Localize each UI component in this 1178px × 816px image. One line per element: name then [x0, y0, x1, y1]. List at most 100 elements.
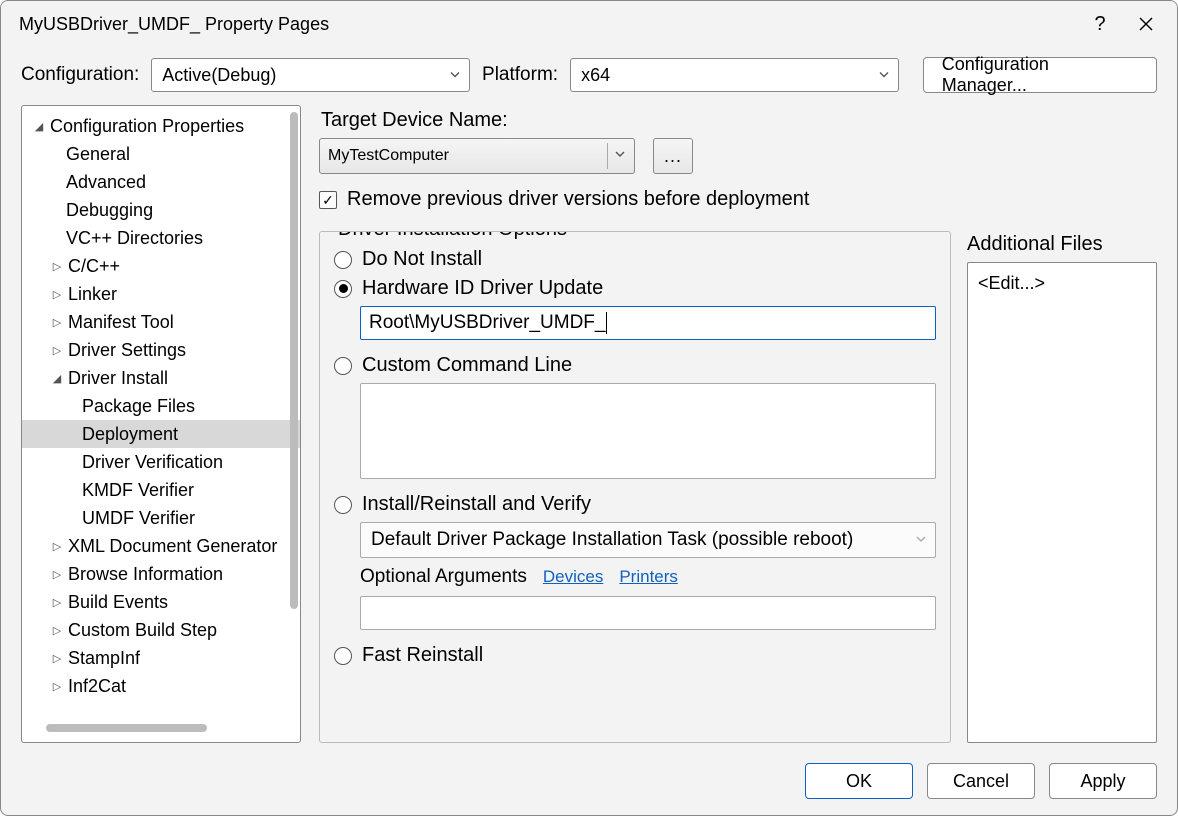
tree-item[interactable]: ▷Linker: [22, 280, 300, 308]
tree-item-label: Driver Verification: [82, 452, 223, 473]
radio-icon: [334, 357, 352, 375]
configuration-dropdown[interactable]: Active(Debug): [151, 58, 470, 92]
tree-item[interactable]: Deployment: [22, 420, 300, 448]
dialog-body: ◢Configuration Properties General Advanced…: [1, 105, 1177, 753]
platform-value: x64: [581, 65, 610, 86]
main-column: Target Device Name: MyTestComputer ... R…: [319, 105, 951, 743]
tree-item-label: UMDF Verifier: [82, 508, 195, 529]
expander-icon: ▷: [50, 288, 64, 301]
chevron-down-icon: [878, 65, 890, 86]
apply-button[interactable]: Apply: [1049, 763, 1157, 799]
browse-device-button[interactable]: ...: [653, 138, 693, 174]
tree-item[interactable]: ▷StampInf: [22, 644, 300, 672]
install-task-combo[interactable]: Default Driver Package Installation Task…: [360, 522, 936, 558]
tree-panel: ◢Configuration Properties General Advanced…: [21, 105, 301, 743]
radio-icon: [334, 251, 352, 269]
expander-icon: ▷: [50, 652, 64, 665]
radio-fast-reinstall[interactable]: Fast Reinstall: [334, 644, 936, 667]
additional-files-edit: <Edit...>: [978, 273, 1045, 293]
titlebar: MyUSBDriver_UMDF_ Property Pages ?: [1, 1, 1177, 47]
optional-args-input[interactable]: [360, 596, 936, 630]
printers-link[interactable]: Printers: [619, 567, 678, 587]
tree-item-label: Debugging: [66, 200, 153, 221]
custom-command-textarea[interactable]: [360, 383, 936, 479]
radio-do-not-install[interactable]: Do Not Install: [334, 248, 936, 271]
remove-previous-checkbox[interactable]: [319, 191, 337, 209]
tree-item[interactable]: ▷ Build Events: [22, 588, 300, 616]
tree-item[interactable]: ◢Driver Install: [22, 364, 300, 392]
tree-item[interactable]: VC++ Directories: [22, 224, 300, 252]
expander-icon: ▷: [50, 540, 64, 553]
tree-item-label: Manifest Tool: [68, 312, 174, 333]
radio-custom-command[interactable]: Custom Command Line: [334, 354, 936, 377]
tree-item-label: Inf2Cat: [68, 676, 126, 697]
remove-previous-label: Remove previous driver versions before d…: [347, 188, 809, 211]
expander-icon: ▷: [50, 624, 64, 637]
configuration-label: Configuration:: [21, 64, 139, 86]
config-tree[interactable]: ◢Configuration Properties General Advanced…: [22, 106, 300, 722]
expander-icon: ◢: [50, 372, 64, 385]
help-button[interactable]: ?: [1077, 1, 1123, 47]
radio-hardware-id[interactable]: Hardware ID Driver Update: [334, 277, 936, 300]
main-area: Target Device Name: MyTestComputer ... R…: [319, 105, 1157, 743]
close-icon: [1139, 17, 1153, 31]
tree-item[interactable]: ▷C/C++: [22, 252, 300, 280]
tree-item-label: VC++ Directories: [66, 228, 203, 249]
hardware-id-input[interactable]: Root\MyUSBDriver_UMDF_: [360, 306, 936, 340]
property-pages-dialog: MyUSBDriver_UMDF_ Property Pages ? Confi…: [0, 0, 1178, 816]
tree-item-label: XML Document Generator: [68, 536, 277, 557]
tree-item[interactable]: Debugging: [22, 196, 300, 224]
target-device-label: Target Device Name:: [321, 109, 951, 132]
ok-button[interactable]: OK: [805, 763, 913, 799]
chevron-down-icon: [614, 147, 626, 165]
tree-item[interactable]: General: [22, 140, 300, 168]
devices-link[interactable]: Devices: [543, 567, 603, 587]
tree-item[interactable]: ▷ Driver Settings: [22, 336, 300, 364]
tree-item[interactable]: ▷ XML Document Generator: [22, 532, 300, 560]
tree-item[interactable]: ▷ Manifest Tool: [22, 308, 300, 336]
tree-item[interactable]: ▷ Custom Build Step: [22, 616, 300, 644]
tree-item[interactable]: Driver Verification: [22, 448, 300, 476]
target-device-value: MyTestComputer: [328, 147, 449, 165]
configuration-value: Active(Debug): [162, 65, 276, 86]
cancel-button[interactable]: Cancel: [927, 763, 1035, 799]
platform-dropdown[interactable]: x64: [570, 58, 899, 92]
tree-item-label: Custom Build Step: [68, 620, 217, 641]
tree-item[interactable]: Package Files: [22, 392, 300, 420]
tree-vertical-scrollbar[interactable]: [290, 112, 298, 718]
target-device-row: MyTestComputer ...: [319, 138, 951, 174]
optional-args-label: Optional Arguments: [360, 566, 527, 588]
tree-item-label: Package Files: [82, 396, 195, 417]
close-button[interactable]: [1123, 1, 1169, 47]
radio-icon: [334, 647, 352, 665]
radio-icon: [334, 280, 352, 298]
configuration-manager-button[interactable]: Configuration Manager...: [923, 57, 1157, 93]
tree-item[interactable]: UMDF Verifier: [22, 504, 300, 532]
tree-root[interactable]: ◢Configuration Properties: [22, 112, 300, 140]
tree-item-label: KMDF Verifier: [82, 480, 194, 501]
tree-item[interactable]: KMDF Verifier: [22, 476, 300, 504]
tree-item-label: Driver Settings: [68, 340, 186, 361]
tree-item[interactable]: ▷Inf2Cat: [22, 672, 300, 700]
expander-icon: ▷: [50, 316, 64, 329]
target-device-combo[interactable]: MyTestComputer: [319, 138, 635, 174]
expander-icon: ◢: [32, 120, 46, 133]
tree-item-label: Build Events: [68, 592, 168, 613]
tree-item-label: Advanced: [66, 172, 146, 193]
chevron-down-icon: [449, 65, 461, 86]
platform-label: Platform:: [482, 64, 558, 86]
expander-icon: ▷: [50, 596, 64, 609]
radio-icon: [334, 496, 352, 514]
expander-icon: ▷: [50, 344, 64, 357]
tree-item[interactable]: Advanced: [22, 168, 300, 196]
radio-install-verify[interactable]: Install/Reinstall and Verify: [334, 493, 936, 516]
tree-horizontal-scrollbar[interactable]: [46, 722, 276, 736]
tree-item[interactable]: ▷Browse Information: [22, 560, 300, 588]
tree-item-label: General: [66, 144, 130, 165]
tree-item-label: Browse Information: [68, 564, 223, 585]
window-title: MyUSBDriver_UMDF_ Property Pages: [19, 14, 1077, 35]
additional-files-panel: Additional Files <Edit...>: [967, 105, 1157, 743]
dialog-buttons: OK Cancel Apply: [1, 753, 1177, 815]
remove-previous-row[interactable]: Remove previous driver versions before d…: [319, 188, 951, 211]
additional-files-box[interactable]: <Edit...>: [967, 262, 1157, 743]
